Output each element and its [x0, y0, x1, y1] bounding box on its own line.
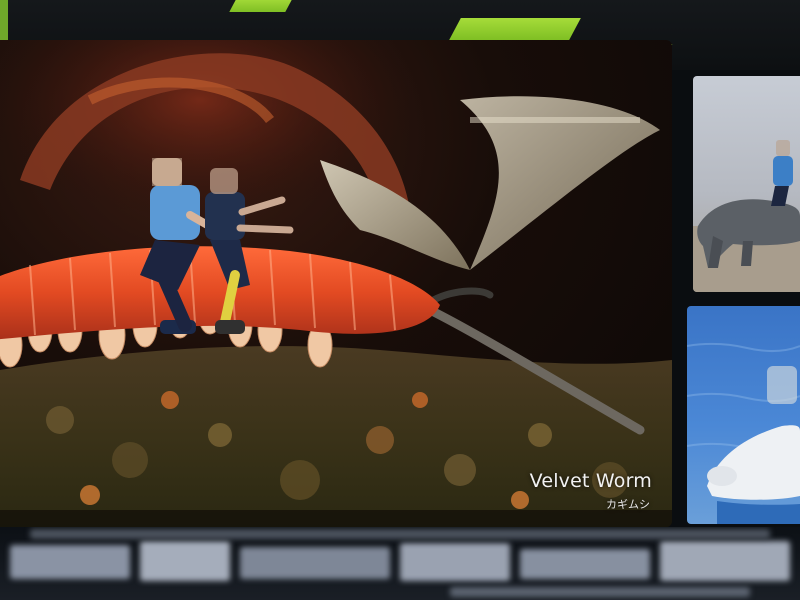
blurred-text-block	[660, 541, 790, 581]
moss-ground	[0, 346, 672, 527]
polar-bear	[707, 425, 800, 500]
pixelated-face	[152, 158, 182, 186]
species-caption-title: Velvet Worm	[529, 470, 652, 492]
rider-small	[773, 156, 793, 186]
blurred-text-block	[520, 549, 650, 579]
accent-stripe	[229, 0, 293, 12]
blurred-text-block	[30, 529, 770, 539]
worm-antenna	[426, 287, 494, 306]
blurred-text-block	[240, 547, 390, 579]
main-photo-panel: Velvet Worm カギムシ	[0, 40, 672, 527]
komodo-leg	[741, 241, 753, 266]
pixelated-face	[210, 168, 238, 194]
rider-legs	[771, 186, 789, 206]
species-caption-japanese: カギムシ	[606, 498, 650, 511]
water-lower	[717, 501, 800, 524]
blurred-text-block	[140, 541, 230, 581]
blurred-text-block	[450, 587, 750, 597]
accent-stripe	[449, 18, 581, 40]
blurred-text-block	[400, 543, 510, 581]
pixelated-face	[767, 366, 797, 404]
vignette	[0, 510, 672, 527]
pixelated-face	[776, 140, 790, 156]
komodo-scene	[693, 140, 800, 292]
display-screen: Velvet Worm カギムシ	[0, 0, 800, 600]
velvet-worm-scene	[0, 40, 672, 527]
blurred-ticker-band	[0, 527, 800, 600]
blurred-text-block	[10, 545, 130, 579]
side-panel-polar-bear	[687, 306, 800, 524]
polar-bear-scene	[687, 342, 800, 524]
polar-bear-head	[707, 466, 737, 486]
side-panel-komodo	[693, 76, 800, 292]
